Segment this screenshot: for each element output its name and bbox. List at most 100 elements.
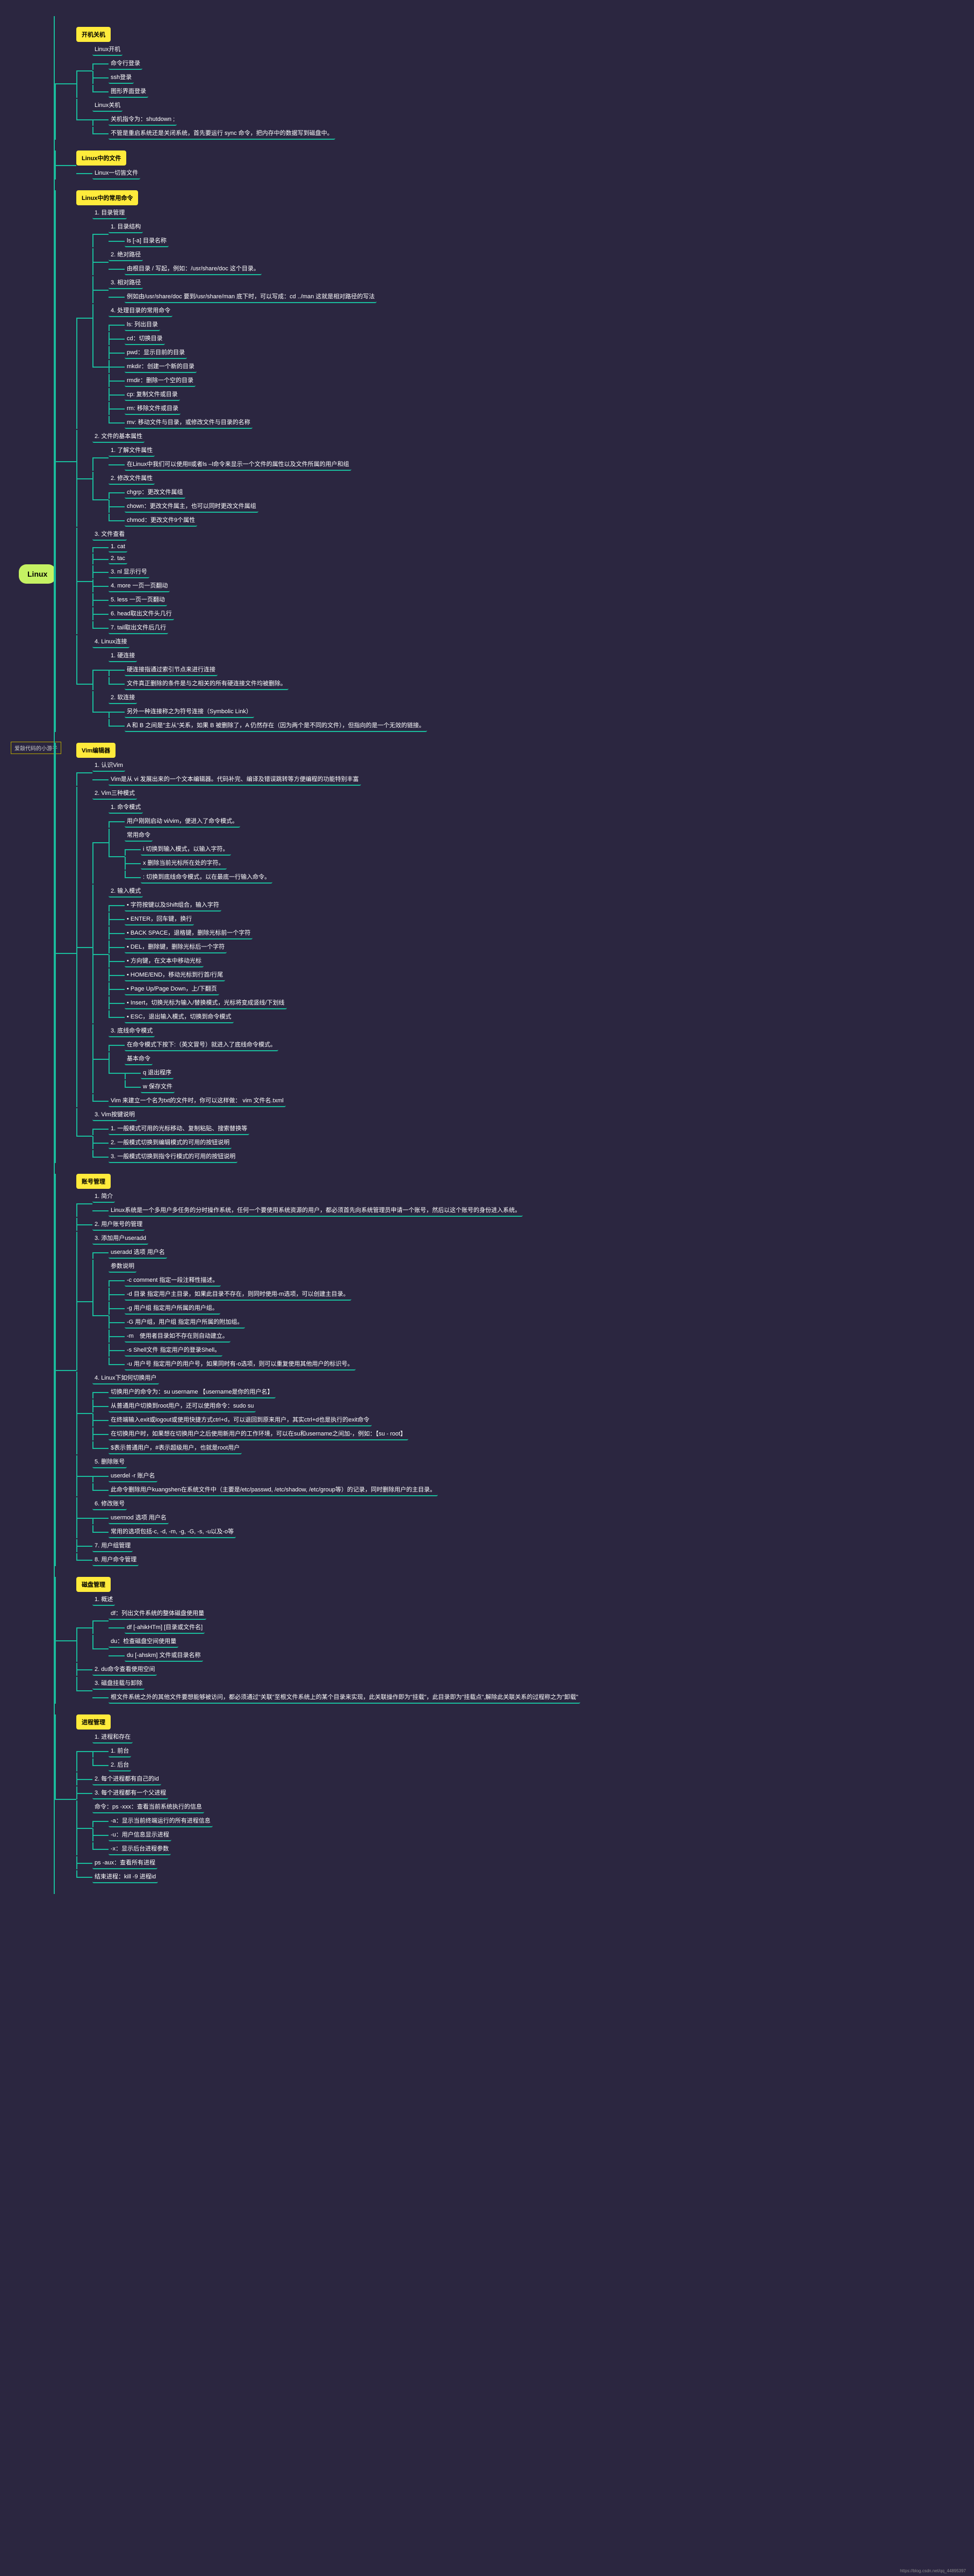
mindmap-node: 5. less 一页一页翻动 [109, 593, 167, 606]
mindmap-node: • 字符按键以及Shift组合，输入字符 [125, 899, 221, 912]
mindmap-node: 1. 了解文件属性 [109, 444, 155, 457]
mindmap-node: 关机指令为：shutdown ; [109, 113, 177, 126]
mindmap-node: : 切换到底线命令模式，以在最底一行输入命令。 [141, 871, 272, 884]
mindmap-node: -G 用户组，用户组 指定用户所属的附加组。 [125, 1316, 245, 1329]
mindmap-node: 2. du命令查看使用空间 [92, 1663, 157, 1676]
mindmap-node: 1. cat [109, 542, 127, 552]
mindmap-node: 2. 绝对路径 [109, 248, 143, 261]
mindmap-node: 2. tac [109, 554, 127, 564]
mindmap-node: i 切换到输入模式，以输入字符。 [141, 843, 231, 856]
mindmap-category: 开机关机 [76, 27, 111, 42]
mindmap-node: 2. 文件的基本属性 [92, 430, 145, 443]
mindmap-node: • BACK SPACE，退格键，删除光标前一个字符 [125, 927, 252, 939]
mindmap-node: Linux一切皆文件 [92, 167, 140, 180]
mindmap-node: 图形界面登录 [109, 85, 148, 98]
mindmap-node: 1. 进程和存在 [92, 1731, 133, 1743]
mindmap-category: Vim编辑器 [76, 743, 116, 758]
mindmap-node: Linux关机 [92, 99, 122, 112]
root-node: Linux [19, 564, 56, 584]
mindmap-node: 参数说明 [109, 1260, 136, 1273]
mindmap-node: 命令行登录 [109, 57, 142, 70]
mindmap-note: du [-ahskm] 文件或目录名称 [125, 1649, 203, 1662]
mindmap-node: 2. 修改文件属性 [109, 472, 155, 485]
mindmap-node: 另外一种连接称之为符号连接（Symbolic Link） [125, 705, 254, 718]
mindmap-category: 进程管理 [76, 1714, 111, 1730]
mindmap-node: 8. 用户命令管理 [92, 1553, 139, 1566]
mindmap-node: 1. 简介 [92, 1190, 115, 1203]
mindmap-node: 命令：ps -xxx：查看当前系统执行的信息 [92, 1800, 204, 1813]
mindmap-node: -a：显示当前终端运行的所有进程信息 [109, 1814, 213, 1827]
mindmap-node: -u 用户号 指定用户的用户号，如果同时有-o选项，则可以重复使用其他用户的标识… [125, 1358, 356, 1370]
mindmap-note: 例如由/usr/share/doc 要到/usr/share/man 底下时，可… [125, 290, 377, 303]
mindmap-note: df [-ahikHTm] [目录或文件名] [125, 1621, 205, 1634]
mindmap-note: Linux系统是一个多用户多任务的分时操作系统，任何一个要使用系统资源的用户，都… [109, 1204, 523, 1217]
mindmap-node: 文件真正删除的条件是与之相关的所有硬连接文件均被删除。 [125, 677, 288, 690]
mindmap-node: 1. 目录结构 [109, 220, 143, 233]
mindmap-node: 4. Linux连接 [92, 635, 129, 648]
mindmap-node: 3. 磁盘挂载与卸除 [92, 1677, 145, 1690]
mindmap-node: 2. 输入模式 [109, 885, 143, 898]
mindmap-node: -x：显示后台进程参数 [109, 1842, 171, 1855]
mindmap-node: • ENTER，回车键，换行 [125, 913, 194, 925]
mindmap-node: 7. 用户组管理 [92, 1539, 133, 1552]
mindmap-node: useradd 选项 用户名 [109, 1246, 167, 1259]
mindmap-node: 2. 后台 [109, 1759, 131, 1771]
mindmap-node: chown：更改文件属主，也可以同时更改文件属组 [125, 500, 258, 513]
mindmap-node: -s Shell文件 指定用户的登录Shell。 [125, 1344, 222, 1357]
mindmap-node: 3. 添加用户useradd [92, 1232, 148, 1245]
mindmap-node: • DEL，删除键，删除光标后一个字符 [125, 941, 227, 953]
mindmap-tree: 开机关机Linux开机命令行登录ssh登录图形界面登录Linux关机关机指令为：… [54, 16, 580, 1894]
mindmap-node: x 删除当前光标所在处的字符。 [141, 857, 227, 870]
mindmap-node: 结束进程：kill -9 进程id [92, 1870, 158, 1883]
mindmap-node: $表示普通用户，#表示超级用户，也就是root用户 [109, 1441, 242, 1454]
mindmap-node: • HOME/END，移动光标到行首/行尾 [125, 968, 225, 981]
source-url: https://blog.csdn.net/qq_44895397 [900, 2568, 966, 2573]
mindmap-node: usermod 选项 用户名 [109, 1511, 169, 1524]
mindmap-node: -d 目录 指定用户主目录，如果此目录不存在，则同时使用-m选项，可以创建主目录… [125, 1288, 351, 1301]
mindmap-note: ls [-a] 目录名称 [125, 234, 169, 247]
mindmap-node: 2. 一般模式切换到编辑模式的可用的按钮说明 [109, 1136, 232, 1149]
mindmap-node: 2. 软连接 [109, 691, 137, 704]
mindmap-note: 由根目录 / 写起，例如：/usr/share/doc 这个目录。 [125, 262, 262, 275]
mindmap-node: • 方向键，在文本中移动光标 [125, 955, 204, 967]
mindmap-node: userdel -r 账户名 [109, 1469, 157, 1482]
mindmap-node: 3. 文件查看 [92, 528, 127, 541]
mindmap-node: -u：用户信息显示进程 [109, 1828, 171, 1841]
mindmap-node: 1. 概述 [92, 1593, 115, 1606]
mindmap-node: 常用命令 [125, 829, 153, 842]
mindmap-node: 6. head取出文件头几行 [109, 607, 174, 620]
mindmap-node: -m 使用者目录如不存在则自动建立。 [125, 1330, 230, 1343]
mindmap-node: 4. Linux下如何切换用户 [92, 1372, 159, 1384]
mindmap-node: 6. 修改账号 [92, 1497, 127, 1510]
mindmap-node: pwd：显示目前的目录 [125, 346, 187, 359]
mindmap-node: 硬连接指通过索引节点来进行连接 [125, 663, 218, 676]
mindmap-node: Vim 来建立一个名为txt的文件时，你可以这样做： vim 文件名.txml [109, 1094, 286, 1107]
mindmap-node: df：列出文件系统的整体磁盘使用量 [109, 1607, 206, 1620]
mindmap-node: 3. 底线命令模式 [109, 1024, 155, 1037]
mindmap-node: 1. 一般模式可用的光标移动、复制粘贴、搜索替换等 [109, 1122, 249, 1135]
mindmap-node: cp: 复制文件或目录 [125, 388, 180, 401]
mindmap-node: mv: 移动文件与目录，或修改文件与目录的名称 [125, 416, 252, 429]
mindmap-note: Vim是从 vi 发展出来的一个文本编辑器。代码补完、编译及错误跳转等方便编程的… [109, 773, 361, 786]
mindmap-node: A 和 B 之间是"主从"关系，如果 B 被删除了，A 仍然存在（因为两个是不同… [125, 719, 427, 732]
mindmap-node: ps -aux：查看所有进程 [92, 1856, 157, 1869]
mindmap-node: Linux开机 [92, 43, 122, 56]
mindmap-node: 1. 认识Vim [92, 759, 125, 772]
mindmap-node: 不管是重启系统还是关闭系统，首先要运行 sync 命令，把内存中的数据写到磁盘中… [109, 127, 335, 140]
mindmap-node: 2. Vim三种模式 [92, 787, 137, 800]
mindmap-node: 1. 硬连接 [109, 649, 137, 662]
mindmap-category: Linux中的常用命令 [76, 190, 138, 205]
mindmap-node: 基本命令 [125, 1052, 153, 1065]
mindmap-node: 1. 命令模式 [109, 801, 143, 814]
mindmap-node: q 退出程序 [141, 1066, 174, 1079]
mindmap-node: • Page Up/Page Down，上/下翻页 [125, 982, 219, 995]
mindmap-node: 常用的选项包括-c, -d, -m, -g, -G, -s, -u以及-o等 [109, 1525, 236, 1538]
mindmap-node: chmod：更改文件9个属性 [125, 514, 197, 527]
mindmap-node: 从普通用户切换到root用户，还可以使用命令：sudo su [109, 1400, 256, 1412]
mindmap-node: 3. nl 显示行号 [109, 565, 149, 578]
mindmap-node: 4. 处理目录的常用命令 [109, 304, 172, 317]
mindmap-node: 2. 用户账号的管理 [92, 1218, 145, 1231]
mindmap-node: ls: 列出目录 [125, 318, 160, 331]
mindmap-node: 3. 一般模式切换到指令行模式的可用的按钮说明 [109, 1150, 237, 1163]
mindmap-node: mkdir：创建一个新的目录 [125, 360, 197, 373]
